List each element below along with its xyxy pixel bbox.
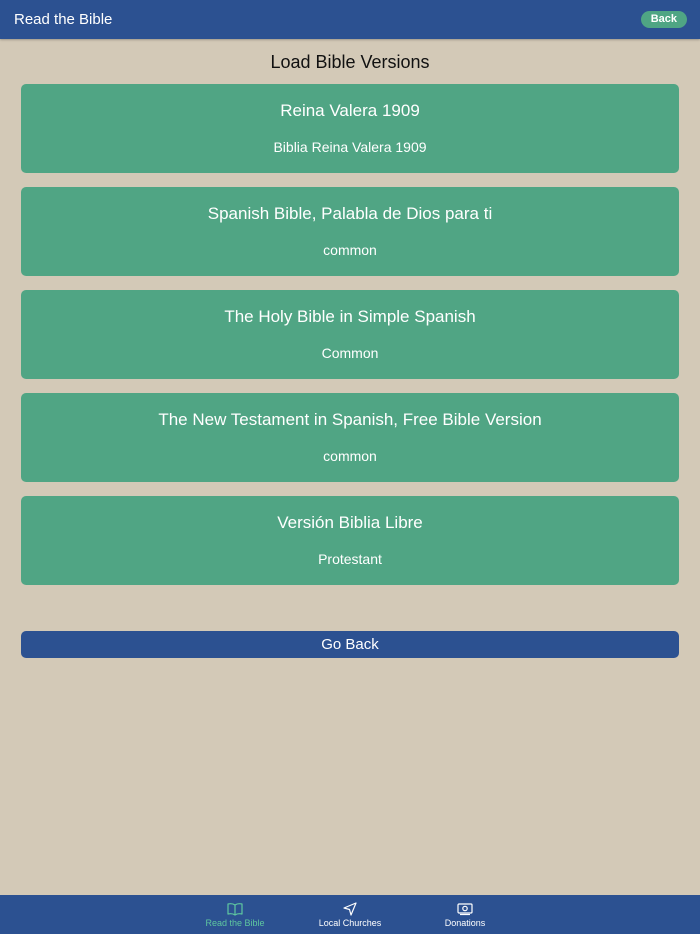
top-navbar: Read the Bible Back — [0, 0, 700, 39]
version-card-palabla-de-dios[interactable]: Spanish Bible, Palabla de Dios para ti c… — [21, 187, 679, 276]
version-card-biblia-libre[interactable]: Versión Biblia Libre Protestant — [21, 496, 679, 585]
open-book-icon — [227, 902, 243, 916]
page-title: Load Bible Versions — [270, 52, 430, 72]
tab-read-the-bible[interactable]: Read the Bible — [178, 895, 293, 934]
tab-label: Local Churches — [318, 918, 382, 928]
tab-local-churches[interactable]: Local Churches — [293, 895, 408, 934]
tab-label: Donations — [444, 918, 486, 928]
version-name: Reina Valera 1909 — [280, 101, 420, 120]
nav-title: Read the Bible — [14, 11, 113, 28]
version-card-free-bible-version[interactable]: The New Testament in Spanish, Free Bible… — [21, 393, 679, 482]
version-description: Protestant — [318, 551, 382, 567]
cash-icon — [457, 902, 473, 916]
tab-label: Read the Bible — [205, 918, 265, 928]
back-button[interactable]: Back — [640, 11, 687, 28]
navigation-arrow-icon — [342, 902, 358, 916]
version-card-reina-valera-1909[interactable]: Reina Valera 1909 Biblia Reina Valera 19… — [21, 84, 679, 173]
bible-version-list: Reina Valera 1909 Biblia Reina Valera 19… — [21, 84, 679, 599]
bottom-tab-bar: Read the Bible Local Churches Donations — [0, 895, 700, 934]
version-name: Spanish Bible, Palabla de Dios para ti — [207, 204, 493, 223]
version-name: The Holy Bible in Simple Spanish — [224, 307, 476, 326]
version-description: Common — [321, 345, 379, 361]
version-description: Biblia Reina Valera 1909 — [273, 139, 427, 155]
version-description: common — [323, 448, 377, 464]
version-name: Versión Biblia Libre — [277, 513, 423, 532]
app-screen: Read the Bible Back Load Bible Versions … — [0, 0, 700, 934]
version-description: common — [323, 242, 377, 258]
version-name: The New Testament in Spanish, Free Bible… — [158, 410, 542, 429]
tab-donations[interactable]: Donations — [408, 895, 523, 934]
go-back-button[interactable]: Go Back — [21, 631, 679, 658]
version-card-simple-spanish[interactable]: The Holy Bible in Simple Spanish Common — [21, 290, 679, 379]
